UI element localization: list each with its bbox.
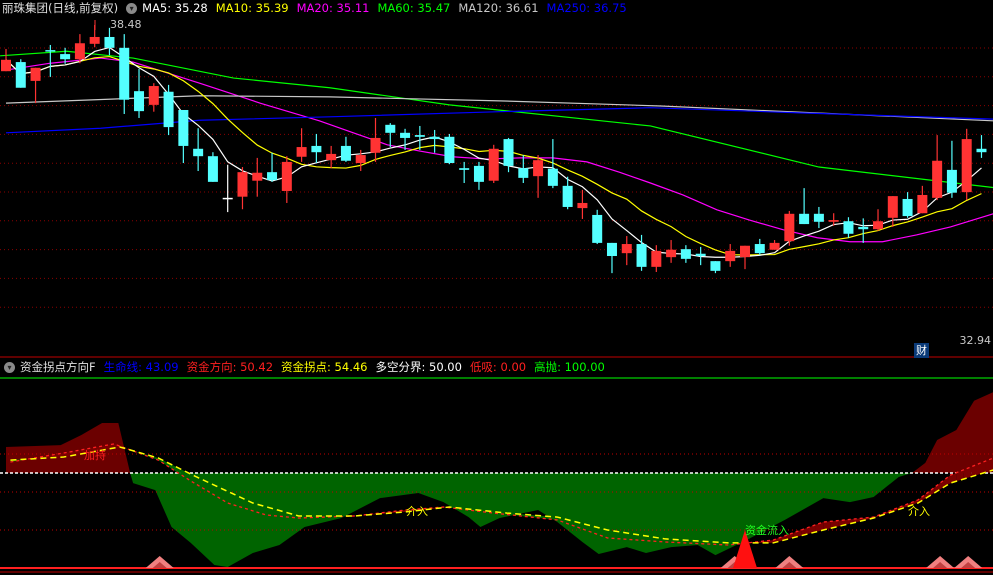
ma20-label: MA20: 35.11 [296,1,370,15]
candle-body [326,153,337,161]
candle-body [946,169,957,193]
life-line-label: 生命线: 43.09 [103,360,179,374]
candle-body [902,198,913,217]
chevron-down-icon[interactable]: ▾ [4,361,15,373]
candle-body [976,148,987,153]
candle-body [651,250,662,267]
candle-body [784,213,795,242]
candle-body [577,202,588,209]
candle-body [666,249,677,258]
candle-body [89,36,100,44]
candle-body [119,47,130,100]
candle-body [636,244,647,267]
candle-body [740,245,750,258]
candle-body [488,148,499,181]
candle-body [30,67,41,81]
candle-body [444,136,455,164]
candle-body [400,132,411,138]
candle-body [887,196,898,218]
candle-body [769,242,780,250]
chevron-down-icon[interactable]: ▾ [126,2,138,14]
candle-body [754,244,765,254]
low-buy-label: 低吸: 0.00 [469,360,527,374]
finance-badge[interactable]: 财 [914,343,929,358]
candle-body [104,36,115,48]
candle-body [370,137,381,153]
candle-body [207,156,218,182]
candle-body [385,124,396,133]
ma10-label: MA10: 35.39 [215,1,289,15]
candle-body [311,145,322,153]
candle-body [695,253,706,257]
signal-enter: 介入 [406,505,428,518]
candle-body [414,135,425,137]
ma5-label: MA5: 35.28 [142,1,208,15]
candle-body [799,213,810,225]
candle-body [267,172,278,181]
candle-body [134,91,145,112]
indicator-title: 资金拐点方向F [20,360,96,374]
chart-canvas[interactable] [0,0,993,575]
ma60-label: MA60: 35.47 [377,1,451,15]
candle-body [222,197,233,200]
high-sell-label: 高抛: 100.00 [534,360,605,374]
candle-body [296,147,307,157]
axis-low-price: 32.94 [959,334,992,347]
candle-body [60,54,71,60]
candle-body [680,249,691,259]
candle-body [725,250,736,262]
candle-body [355,155,366,164]
candle-body [281,161,292,191]
candle-body [961,139,972,193]
candle-body [518,168,529,178]
candle-body [473,165,484,182]
bull-bear-divider-label: 多空分界: 50.00 [375,360,462,374]
fund-turning-label: 资金拐点: 54.46 [281,360,368,374]
candle-body [710,261,721,271]
fund-direction-label: 资金方向: 50.42 [186,360,274,374]
candle-body [503,139,514,166]
candle-body [148,86,159,105]
candle-body [547,168,558,186]
candle-body [562,185,573,207]
candle-body [45,50,56,52]
candle-body [340,145,351,161]
candle-body [606,242,617,257]
signal-enter: 介入 [908,505,930,518]
high-price-marker: 38.48 [110,18,142,31]
signal-fund-inflow: 资金流入 [745,524,789,537]
stock-title: 丽珠集团(日线,前复权) [2,1,119,15]
candle-body [15,62,26,88]
signal-hold: 加持 [84,449,106,462]
candle-body [917,194,928,214]
candle-body [873,221,884,230]
candle-body [429,136,440,140]
candle-body [592,214,603,243]
candle-body [1,59,11,72]
candle-body [843,221,854,234]
candle-body [828,220,839,222]
fund-band-segment [616,531,624,540]
candle-body [163,91,174,128]
candle-body [858,226,869,230]
fund-band-segment [823,521,831,530]
life-line-area-below [6,473,993,568]
candle-body [813,213,824,222]
candle-body [621,244,632,254]
candle-body [459,168,470,170]
main-chart-header: 丽珠集团(日线,前复权) ▾ MA5: 35.28 MA10: 35.39 MA… [0,0,635,16]
candle-body [178,109,189,146]
candle-body [252,172,263,181]
candle-body [237,172,248,197]
candle-body [932,160,943,198]
ma250-label: MA250: 36.75 [546,1,627,15]
candle-body [533,160,544,177]
candle-body [74,43,85,60]
ma120-label: MA120: 36.61 [458,1,539,15]
indicator-header: ▾ 资金拐点方向F 生命线: 43.09 资金方向: 50.42 资金拐点: 5… [0,359,613,375]
candle-body [193,148,204,157]
